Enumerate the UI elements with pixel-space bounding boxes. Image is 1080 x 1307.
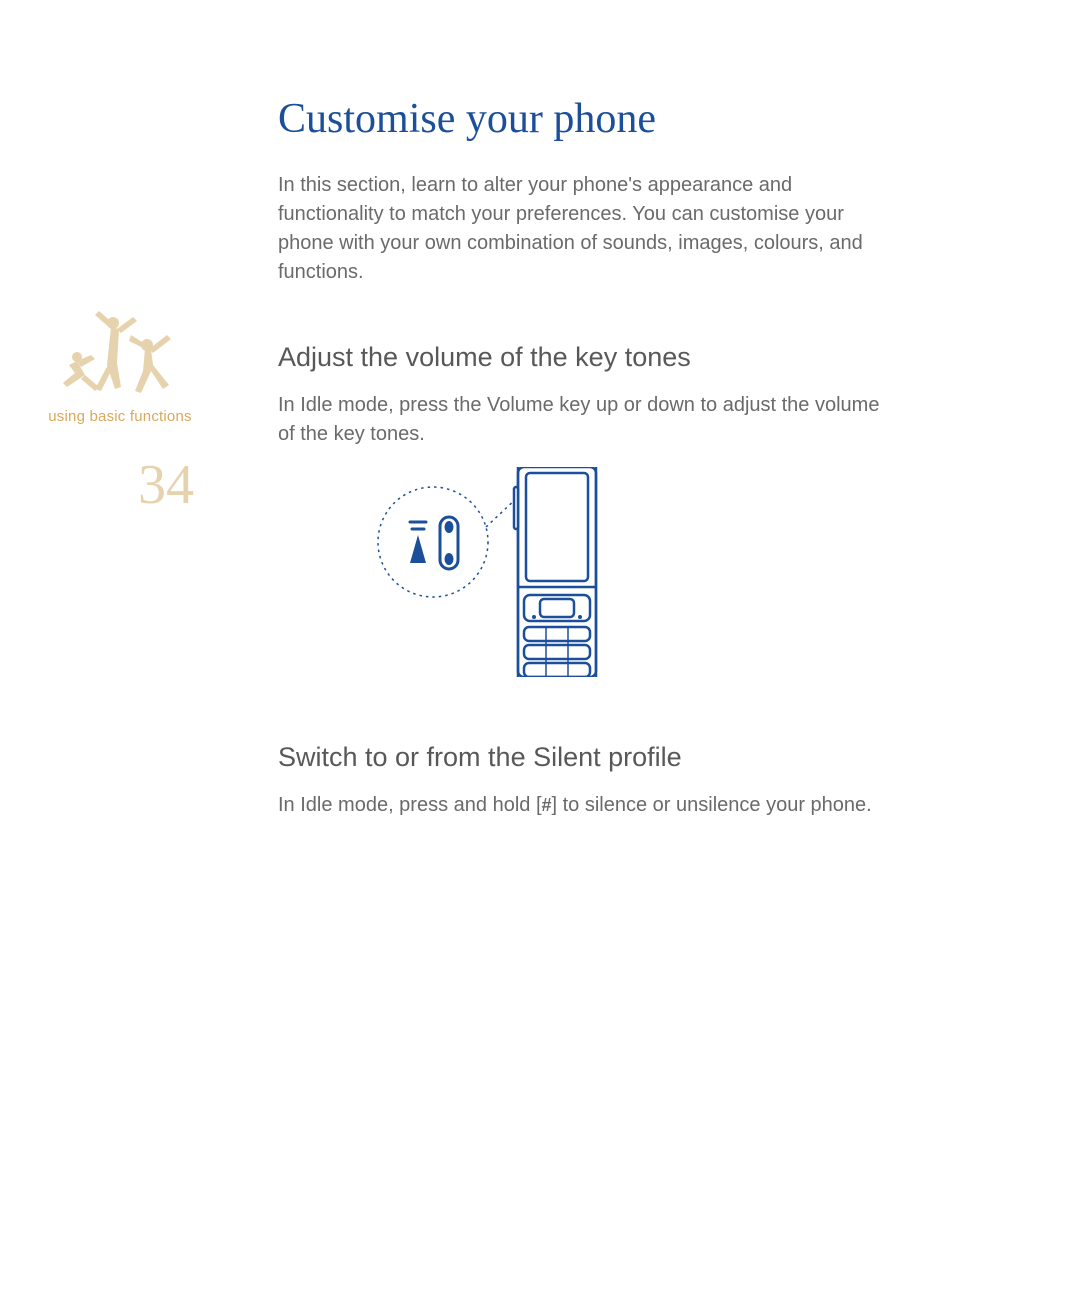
page-number: 34 — [40, 453, 200, 517]
silent-body-pre: In Idle mode, press and hold [ — [278, 794, 542, 816]
hash-key-icon: # — [542, 795, 552, 815]
sidebar-caption: using basic functions — [40, 408, 200, 425]
dancers-icon — [40, 305, 200, 400]
section-heading-volume: Adjust the volume of the key tones — [278, 342, 898, 373]
section-body-volume: In Idle mode, press the Volume key up or… — [278, 391, 898, 449]
content-column: Customise your phone In this section, le… — [278, 95, 898, 838]
section-heading-silent: Switch to or from the Silent profile — [278, 742, 898, 773]
sidebar: using basic functions 34 — [40, 305, 200, 517]
phone-volume-illustration — [368, 467, 898, 682]
section-body-silent: In Idle mode, press and hold [#] to sile… — [278, 791, 898, 820]
page: using basic functions 34 Customise your … — [0, 0, 1080, 1307]
intro-paragraph: In this section, learn to alter your pho… — [278, 171, 898, 287]
silent-body-post: ] to silence or unsilence your phone. — [552, 794, 872, 816]
page-title: Customise your phone — [278, 95, 898, 143]
